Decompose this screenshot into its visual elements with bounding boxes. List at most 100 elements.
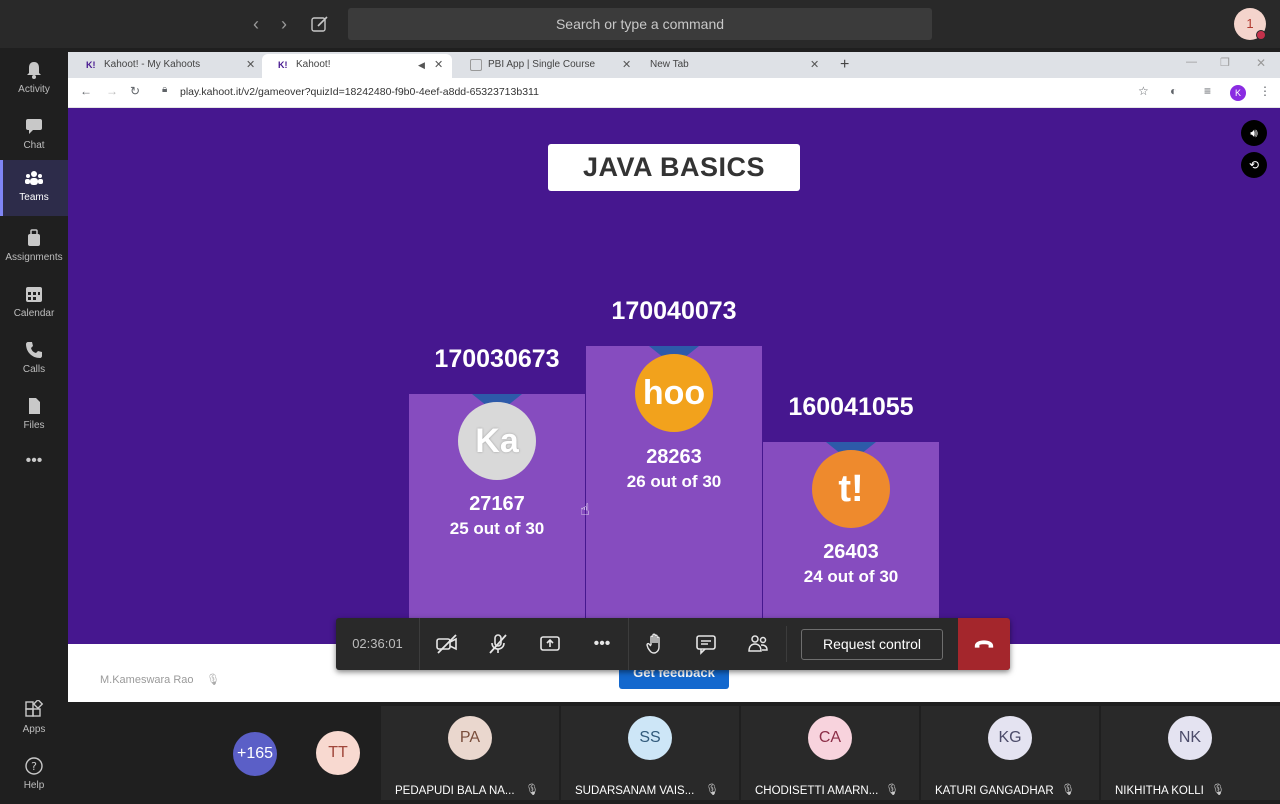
close-icon[interactable]: ✕ xyxy=(434,54,443,76)
podium-third-correct: 24 out of 30 xyxy=(803,567,899,586)
participant-avatar: KG xyxy=(988,716,1032,760)
request-control-button[interactable]: Request control xyxy=(801,629,943,660)
speaker-icon[interactable]: ◀ xyxy=(418,54,425,76)
compose-icon[interactable] xyxy=(310,14,330,34)
rail-label: Calendar xyxy=(13,308,55,319)
search-input[interactable]: Search or type a command xyxy=(348,8,932,40)
rail-label: Assignments xyxy=(5,252,63,263)
rail-item-files[interactable]: Files xyxy=(0,388,68,444)
call-timer: 02:36:01 xyxy=(336,618,420,670)
extension-icon[interactable]: ◐ xyxy=(1170,84,1177,98)
lock-icon: 🔒︎ xyxy=(162,84,168,95)
reload-icon[interactable]: ↻ xyxy=(130,84,140,98)
participants-icon[interactable] xyxy=(732,618,784,670)
gold-medal-icon: hoo xyxy=(635,354,713,432)
participant-name: PEDAPUDI BALA NA... xyxy=(395,785,515,797)
participant-tile[interactable]: NK NIKHITHA KOLLI 🎙︎ xyxy=(1101,706,1280,800)
rail-label: Teams xyxy=(19,192,49,203)
apps-icon xyxy=(25,700,44,717)
bronze-medal-icon: t! xyxy=(812,450,890,528)
sound-toggle-icon[interactable]: 🔊︎ xyxy=(1241,120,1267,146)
tab-label: PBI App | Single Course xyxy=(488,59,596,70)
participant-avatar: NK xyxy=(1168,716,1212,760)
tab-label: New Tab xyxy=(650,59,689,70)
help-icon: ? xyxy=(25,757,43,775)
forward-arrow-icon[interactable]: › xyxy=(272,0,296,48)
podium-first-correct: 26 out of 30 xyxy=(626,472,722,491)
mic-muted-icon: 🎙︎ xyxy=(705,784,719,796)
assignments-icon xyxy=(28,229,40,246)
media-control-icon[interactable]: ≡ xyxy=(1204,84,1211,98)
participant-tile[interactable]: CA CHODISETTI AMARN... 🎙︎ xyxy=(741,706,919,800)
rail-label: Apps xyxy=(22,724,46,735)
participant-avatar[interactable]: TT xyxy=(316,731,360,775)
back-arrow-icon[interactable]: ‹ xyxy=(244,0,268,48)
silver-medal-icon: Ka xyxy=(458,402,536,480)
forward-arrow-icon[interactable]: → xyxy=(106,84,118,98)
window-close-icon[interactable]: ✕ xyxy=(1256,56,1266,70)
close-icon[interactable]: ✕ xyxy=(622,54,631,76)
back-arrow-icon[interactable]: ← xyxy=(80,84,92,98)
participant-tile[interactable]: SS SUDARSANAM VAIS... 🎙︎ xyxy=(561,706,739,800)
minimize-icon[interactable]: — xyxy=(1186,56,1197,68)
share-screen-icon[interactable] xyxy=(524,618,576,670)
mic-muted-icon: 🎙︎ xyxy=(1211,784,1225,796)
browser-tab[interactable]: K! Kahoot! - My Kahoots ✕ xyxy=(70,54,260,78)
podium-third-name: 160041055 xyxy=(788,393,914,421)
podium-third-score: 26403 xyxy=(823,541,879,563)
close-icon[interactable]: ✕ xyxy=(246,54,255,76)
close-icon[interactable]: ✕ xyxy=(810,54,819,76)
mic-off-icon: 🎙︎ xyxy=(206,674,220,686)
files-icon xyxy=(29,398,40,414)
quiz-title: JAVA BASICS xyxy=(548,144,800,191)
rail-item-chat[interactable]: Chat xyxy=(0,108,68,164)
rail-item-help[interactable]: ? Help xyxy=(0,748,68,804)
rail-label: Calls xyxy=(22,364,46,375)
hang-up-button[interactable] xyxy=(958,618,1010,670)
more-options-icon[interactable]: ••• xyxy=(576,618,628,670)
podium-second-correct: 25 out of 30 xyxy=(449,519,545,538)
status-dot-icon xyxy=(1256,30,1266,40)
rail-item-apps[interactable]: Apps xyxy=(0,692,68,748)
bell-icon xyxy=(27,62,41,79)
browser-tab[interactable]: PBI App | Single Course ✕ xyxy=(454,54,636,78)
rail-label: Chat xyxy=(23,140,45,151)
rail-item-assignments[interactable]: Assignments xyxy=(0,220,68,276)
replay-icon[interactable]: ⟲ xyxy=(1241,152,1267,178)
more-apps-icon[interactable]: ••• xyxy=(0,452,68,482)
rail-item-calendar[interactable]: Calendar xyxy=(0,276,68,332)
menu-kebab-icon[interactable]: ⋮ xyxy=(1259,84,1271,98)
browser-tab-active[interactable]: K! Kahoot! ◀ ✕ xyxy=(262,54,452,78)
participant-avatar: SS xyxy=(628,716,672,760)
mic-muted-icon: 🎙︎ xyxy=(1061,784,1075,796)
mic-muted-icon: 🎙︎ xyxy=(885,784,899,796)
url-field[interactable]: play.kahoot.it/v2/gameover?quizId=182424… xyxy=(180,86,539,98)
kahoot-favicon-icon: K! xyxy=(278,60,288,70)
participant-name: CHODISETTI AMARN... xyxy=(755,785,879,797)
rail-item-calls[interactable]: Calls xyxy=(0,332,68,388)
svg-text:?: ? xyxy=(31,760,37,773)
mic-muted-icon: 🎙︎ xyxy=(525,784,539,796)
participant-tile[interactable]: KG KATURI GANGADHAR 🎙︎ xyxy=(921,706,1099,800)
new-tab-icon[interactable]: + xyxy=(840,56,849,74)
hand-cursor-icon: ☝︎ xyxy=(580,502,590,519)
maximize-icon[interactable]: ❐ xyxy=(1220,56,1230,69)
raise-hand-icon[interactable] xyxy=(628,618,680,670)
rail-label: Files xyxy=(23,420,45,431)
overflow-participants-count[interactable]: +165 xyxy=(233,732,277,776)
rail-item-activity[interactable]: Activity xyxy=(0,52,68,108)
bookmark-star-icon[interactable]: ☆ xyxy=(1138,84,1149,98)
presenter-name: M.Kameswara Rao xyxy=(100,674,194,686)
browser-tab[interactable]: New Tab ✕ xyxy=(636,54,826,78)
mic-muted-icon[interactable] xyxy=(472,618,524,670)
participant-avatar: CA xyxy=(808,716,852,760)
camera-off-icon[interactable] xyxy=(421,618,473,670)
chat-panel-icon[interactable] xyxy=(680,618,732,670)
podium-first-name: 170040073 xyxy=(611,297,737,325)
participant-name: NIKHITHA KOLLI xyxy=(1115,785,1204,797)
profile-avatar[interactable]: K xyxy=(1230,85,1246,101)
kahoot-favicon-icon: K! xyxy=(86,60,96,70)
participant-tile[interactable]: PA PEDAPUDI BALA NA... 🎙︎ xyxy=(381,706,559,800)
page-favicon-icon xyxy=(470,59,482,71)
rail-item-teams[interactable]: Teams xyxy=(0,160,68,216)
